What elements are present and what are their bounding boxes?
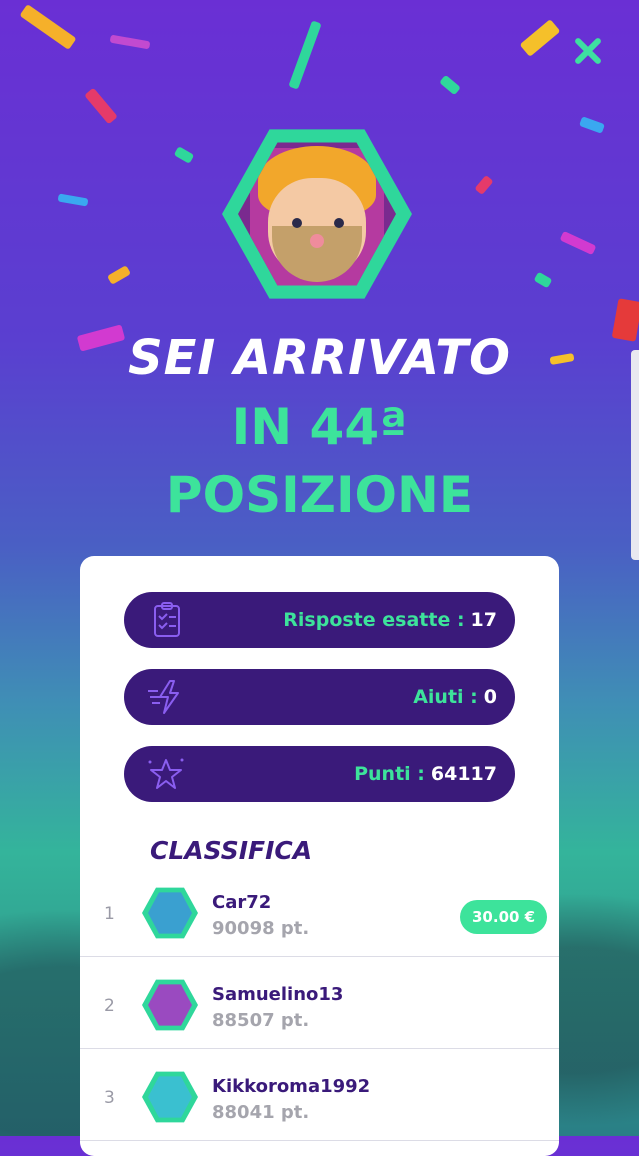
stat-points: Punti : 64117 [124,746,515,802]
avatar [142,1071,198,1123]
confetti [533,271,553,289]
rank-number: 1 [104,904,115,924]
confetti [579,116,605,134]
rank-number: 3 [104,1088,115,1108]
star-icon [148,758,184,789]
stat-helps: Aiuti : 0 [124,669,515,725]
result-position: IN 44ª [231,398,408,456]
confetti [57,193,89,207]
stat-correct-answers: Risposte esatte : 17 [124,592,515,648]
confetti [474,174,494,196]
avatar [142,887,198,939]
stat-label: Aiuti : [413,686,478,708]
result-position-label: POSIZIONE [165,466,474,524]
stat-label: Risposte esatte : [283,609,465,631]
leaderboard-row[interactable]: 2 Samuelino13 88507 pt. [80,956,559,1049]
stat-value: 0 [483,686,497,708]
player-points: 88507 pt. [212,1010,310,1031]
confetti [559,230,597,256]
leaderboard-row[interactable]: 3 Kikkoroma1992 88041 pt. [80,1048,559,1141]
stat-value: 64117 [430,763,497,785]
result-heading: SEI ARRIVATO [128,330,511,386]
results-card: Risposte esatte : 17 Aiuti : 0 Punti : 6… [80,556,559,1156]
confetti [439,74,461,96]
confetti [288,20,322,90]
player-points: 90098 pt. [212,918,310,939]
leaderboard-title: CLASSIFICA [150,836,313,865]
avatar [142,979,198,1031]
confetti [519,19,561,57]
player-name: Samuelino13 [212,984,344,1005]
checklist-icon [154,602,180,637]
lightning-icon [148,680,179,714]
player-points: 88041 pt. [212,1102,310,1123]
leaderboard-row[interactable]: 1 Car72 90098 pt. 30.00 € [80,864,559,957]
player-name: Kikkoroma1992 [212,1076,371,1097]
player-name: Car72 [212,892,272,913]
stat-value: 17 [470,609,497,631]
stat-label: Punti : [354,763,425,785]
confetti [84,87,118,125]
rank-number: 2 [104,996,115,1016]
close-button[interactable] [569,32,607,70]
confetti [173,146,195,164]
confetti [19,4,77,50]
confetti [106,265,132,285]
confetti [109,34,151,50]
prize-badge: 30.00 € [460,900,548,934]
user-avatar [222,124,412,304]
